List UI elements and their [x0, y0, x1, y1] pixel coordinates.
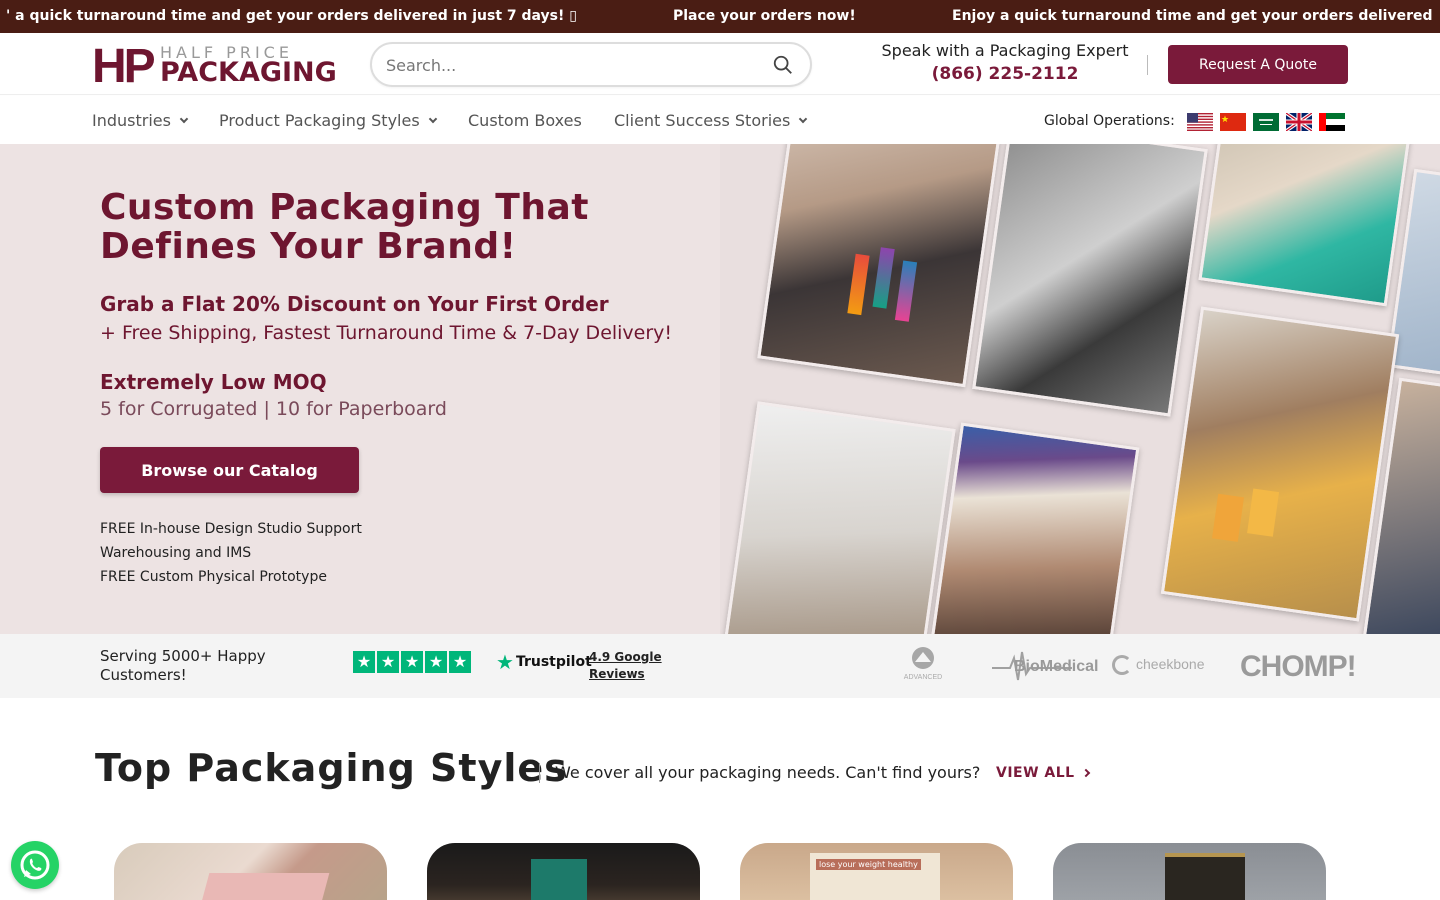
hero-moq-title: Extremely Low MOQ [100, 370, 327, 394]
brand-name: cheekbone [1136, 656, 1205, 672]
brand-name: ADVANCED [903, 674, 943, 681]
announcement-text: Enjoy a quick turnaround time and get yo… [952, 8, 1433, 24]
brand-logo-cheekbone: cheekbone [1112, 644, 1212, 688]
main-nav: Industries Product Packaging Styles Cust… [0, 96, 1440, 144]
brand-name: CHOMP! [1240, 650, 1357, 683]
search-icon[interactable] [772, 54, 794, 76]
request-quote-button[interactable]: Request A Quote [1168, 45, 1348, 84]
product-image: lose your weight healthy [810, 853, 940, 900]
customer-photo [972, 144, 1208, 417]
nav-item-product-packaging-styles[interactable]: Product Packaging Styles [219, 111, 437, 130]
packaging-expert-contact: Speak with a Packaging Expert (866) 225-… [870, 41, 1140, 84]
global-operations-label: Global Operations: [1044, 113, 1175, 129]
chevron-down-icon [799, 114, 808, 123]
hero-shipping: + Free Shipping, Fastest Turnaround Time… [100, 322, 673, 344]
star-icon: ★ [401, 651, 423, 673]
hero-section: Custom Packaging That Defines Your Brand… [0, 144, 1440, 634]
packaging-style-card[interactable]: lose your weight healthy [740, 843, 1013, 900]
customer-photo [724, 401, 956, 634]
divider [1147, 55, 1148, 75]
section-title: Top Packaging Styles [95, 746, 568, 790]
star-icon: ★ [377, 651, 399, 673]
hero-feature: Warehousing and IMS [100, 545, 252, 561]
customer-photo [1160, 306, 1400, 622]
trustpilot-logo[interactable]: ★ Trustpilot [496, 650, 592, 674]
logo-packaging: PACKAGING [160, 57, 337, 88]
product-image [531, 859, 587, 900]
hero-discount: Grab a Flat 20% Discount on Your First O… [100, 292, 609, 316]
product-label: lose your weight healthy [816, 859, 921, 870]
product-image [1165, 853, 1245, 900]
uk-flag-icon[interactable] [1286, 113, 1312, 131]
trustpilot-rating[interactable]: ★ ★ ★ ★ ★ [353, 651, 471, 673]
view-all-label: VIEW ALL [996, 765, 1075, 781]
browse-catalog-button[interactable]: Browse our Catalog [100, 447, 359, 493]
nav-item-label: Client Success Stories [614, 111, 791, 130]
phone-link[interactable]: (866) 225-2112 [870, 64, 1140, 84]
china-flag-icon[interactable] [1220, 113, 1246, 131]
announcement-text: Place your orders now! [673, 8, 856, 24]
customer-photo-collage [720, 144, 1440, 634]
nav-item-label: Industries [92, 111, 171, 130]
trust-strip: Serving 5000+ Happy Customers! ★ ★ ★ ★ ★… [0, 634, 1440, 698]
packaging-style-card[interactable] [427, 843, 700, 900]
brand-logo-advanced: ADVANCED [895, 644, 951, 688]
nav-item-client-success-stories[interactable]: Client Success Stories [614, 111, 808, 130]
star-icon: ★ [449, 651, 471, 673]
search-input[interactable] [386, 52, 756, 78]
announcement-bar: ' a quick turnaround time and get your o… [0, 0, 1440, 33]
nav-item-label: Product Packaging Styles [219, 111, 420, 130]
expert-label: Speak with a Packaging Expert [881, 41, 1129, 60]
brand-mark-icon [912, 647, 934, 669]
logo[interactable]: HP HALF PRICE PACKAGING [92, 40, 342, 93]
chevron-down-icon [428, 114, 437, 123]
nav-item-custom-boxes[interactable]: Custom Boxes [468, 111, 582, 130]
trustpilot-label: Trustpilot [515, 654, 592, 670]
saudi-flag-icon[interactable] [1253, 113, 1279, 131]
divider [539, 763, 540, 783]
section-subtitle: We cover all your packaging needs. Can't… [555, 763, 981, 782]
serving-customers-text: Serving 5000+ Happy Customers! [100, 647, 266, 684]
hero-feature: FREE Custom Physical Prototype [100, 569, 327, 585]
customer-photo [757, 144, 1003, 388]
packaging-style-card[interactable] [1053, 843, 1326, 900]
trustpilot-star-icon: ★ [496, 650, 514, 674]
logo-hp: HP [92, 40, 156, 93]
uae-flag-icon[interactable] [1319, 113, 1345, 131]
whatsapp-icon [20, 850, 50, 880]
chevron-right-icon [1081, 768, 1090, 778]
product-image [198, 873, 330, 900]
star-icon: ★ [425, 651, 447, 673]
packaging-style-card[interactable] [114, 843, 387, 900]
announcement-text: ' a quick turnaround time and get your o… [6, 8, 577, 24]
hero-moq-values: 5 for Corrugated | 10 for Paperboard [100, 398, 447, 420]
customer-photo [930, 422, 1140, 634]
chevron-down-icon [179, 114, 189, 123]
us-flag-icon[interactable] [1187, 113, 1213, 131]
brand-logo-chomp: CHOMP! [1240, 644, 1357, 688]
search-bar [370, 42, 812, 87]
brand-name: BioMedical [1014, 658, 1099, 675]
google-reviews-link[interactable]: 4.9 Google Reviews [589, 649, 679, 683]
hero-title: Custom Packaging That Defines Your Brand… [100, 187, 589, 267]
star-icon: ★ [353, 651, 375, 673]
view-all-link[interactable]: VIEW ALL [996, 765, 1090, 781]
brand-logo-biomedical: BioMedical [992, 644, 1098, 688]
hero-feature: FREE In-house Design Studio Support [100, 521, 362, 537]
site-header: HP HALF PRICE PACKAGING Speak with a Pac… [0, 33, 1440, 95]
whatsapp-button[interactable] [11, 841, 59, 889]
nav-item-label: Custom Boxes [468, 111, 582, 130]
nav-item-industries[interactable]: Industries [92, 111, 189, 130]
customer-photo [1198, 144, 1412, 307]
brand-mark-icon [1112, 655, 1132, 675]
